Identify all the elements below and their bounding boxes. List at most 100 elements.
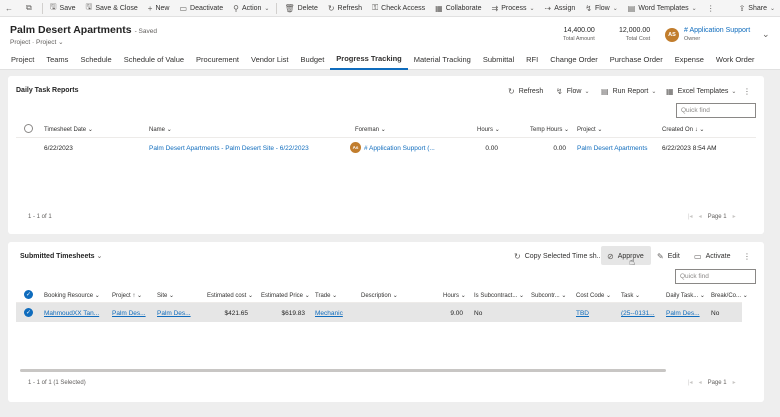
chevron-down-icon: ⌄ bbox=[332, 293, 338, 299]
form-selector[interactable]: Project bbox=[36, 39, 56, 46]
collaborate-button[interactable]: ▦ Collaborate bbox=[430, 0, 486, 17]
previous-page-icon[interactable]: ◂ bbox=[699, 379, 702, 386]
tab-project[interactable]: Project bbox=[5, 49, 40, 70]
check-access-button[interactable]: ⚿ Check Access bbox=[367, 0, 430, 17]
column-header-site[interactable]: Site ⌄ bbox=[157, 292, 174, 299]
delete-button[interactable]: 🗑 Delete bbox=[279, 0, 322, 17]
column-header-project[interactable]: Project ⌄ bbox=[577, 126, 602, 133]
process-button[interactable]: ⇉ Process ⌄ bbox=[487, 0, 540, 17]
deactivate-button[interactable]: ▭ Deactivate bbox=[174, 0, 228, 17]
more-commands-button[interactable]: ⋮ bbox=[702, 0, 723, 17]
popout-button[interactable]: ⧉ bbox=[21, 0, 40, 17]
row-checkbox[interactable]: ✓ bbox=[24, 308, 33, 317]
tab-change-order[interactable]: Change Order bbox=[544, 49, 604, 70]
refresh-button[interactable]: ↻ Refresh bbox=[323, 0, 367, 17]
action-button[interactable]: ⚲ Action ⌄ bbox=[228, 0, 274, 17]
run-report-button[interactable]: ▤ Run Report ⌄ bbox=[601, 87, 656, 96]
header-expand-icon[interactable]: ⌄ bbox=[762, 29, 770, 40]
column-header-hours[interactable]: Hours ⌄ bbox=[477, 126, 500, 133]
column-header-break[interactable]: Break/Co... ⌄ bbox=[711, 292, 748, 299]
refresh-icon: ↻ bbox=[508, 87, 515, 96]
cell-task-link[interactable]: (25--0131... bbox=[621, 310, 655, 317]
flow-button[interactable]: ↯ Flow ⌄ bbox=[580, 0, 623, 17]
tab-budget[interactable]: Budget bbox=[295, 49, 331, 70]
copy-selected-button[interactable]: ↻ Copy Selected Time sh... bbox=[514, 252, 603, 261]
flow-icon: ↯ bbox=[585, 3, 592, 13]
column-header-estimated-cost[interactable]: Estimated cost ⌄ bbox=[207, 292, 253, 299]
column-header-foreman[interactable]: Foreman ⌄ bbox=[355, 126, 386, 133]
tab-progress-tracking[interactable]: Progress Tracking bbox=[330, 49, 408, 70]
select-all-checkbox[interactable]: ✓ bbox=[24, 290, 33, 299]
tab-vendor-list[interactable]: Vendor List bbox=[245, 49, 295, 70]
copy-icon: ↻ bbox=[514, 252, 521, 261]
word-templates-button[interactable]: ▤ Word Templates ⌄ bbox=[623, 0, 702, 17]
cell-foreman-link[interactable]: # Application Support (... bbox=[364, 145, 435, 152]
chevron-down-icon: ⌄ bbox=[635, 293, 641, 299]
column-header-booking-resource[interactable]: Booking Resource ⌄ bbox=[44, 292, 100, 299]
column-header-cost-code[interactable]: Cost Code ⌄ bbox=[576, 292, 611, 299]
refresh-grid-button[interactable]: ↻ Refresh bbox=[508, 87, 543, 96]
cell-project-link[interactable]: Palm Des... bbox=[112, 310, 146, 317]
select-all-radio[interactable] bbox=[24, 124, 33, 133]
more-options-button[interactable]: ⋮ bbox=[743, 252, 755, 261]
owner-link[interactable]: # Application Support bbox=[684, 27, 750, 34]
column-header-estimated-price[interactable]: Estimated Price ⌄ bbox=[261, 292, 310, 299]
total-cost-field: 12,000.00 Total Cost bbox=[619, 27, 651, 42]
tab-schedule[interactable]: Schedule bbox=[74, 49, 117, 70]
first-page-icon[interactable]: |◂ bbox=[688, 379, 693, 386]
new-button[interactable]: + New bbox=[143, 0, 175, 17]
chevron-down-icon: ⌄ bbox=[699, 293, 705, 299]
chevron-down-icon: ⌄ bbox=[264, 5, 270, 12]
cell-site-link[interactable]: Palm Des... bbox=[157, 310, 191, 317]
tab-work-order[interactable]: Work Order bbox=[710, 49, 761, 70]
tab-rfi[interactable]: RFI bbox=[520, 49, 544, 70]
column-header-task[interactable]: Task ⌄ bbox=[621, 292, 640, 299]
share-button[interactable]: ⇪ Share ⌄ bbox=[734, 0, 780, 17]
cell-daily-task-link[interactable]: Palm Des... bbox=[666, 310, 700, 317]
cell-cost-code-link[interactable]: TBD bbox=[576, 310, 589, 317]
save-close-button[interactable]: 🖫 Save & Close bbox=[81, 0, 143, 17]
column-header-is-subcontract[interactable]: Is Subcontract... ⌄ bbox=[474, 292, 524, 299]
assign-button[interactable]: ⇢ Assign bbox=[540, 0, 581, 17]
next-page-icon[interactable]: ▸ bbox=[733, 379, 736, 386]
column-header-description[interactable]: Description ⌄ bbox=[361, 292, 398, 299]
save-button[interactable]: 🖫 Save bbox=[45, 0, 81, 17]
quick-find-input[interactable]: Quick find bbox=[675, 269, 756, 284]
column-header-trade[interactable]: Trade ⌄ bbox=[315, 292, 337, 299]
first-page-icon[interactable]: |◂ bbox=[688, 213, 693, 220]
more-options-button[interactable]: ⋮ bbox=[743, 87, 755, 96]
back-button[interactable]: ← bbox=[0, 0, 21, 17]
submitted-timesheets-title[interactable]: Submitted Timesheets ⌄ bbox=[20, 252, 102, 260]
column-header-project[interactable]: Project ↑ ⌄ bbox=[112, 292, 142, 299]
chevron-down-icon: ⌄ bbox=[169, 293, 175, 299]
tab-material-tracking[interactable]: Material Tracking bbox=[408, 49, 477, 70]
edit-button[interactable]: ✎ Edit bbox=[657, 252, 680, 261]
previous-page-icon[interactable]: ◂ bbox=[699, 213, 702, 220]
tab-schedule-of-value[interactable]: Schedule of Value bbox=[118, 49, 190, 70]
column-header-created-on[interactable]: Created On ↓ ⌄ bbox=[662, 126, 704, 133]
flow-grid-button[interactable]: ↯ Flow ⌄ bbox=[556, 87, 590, 96]
tab-teams[interactable]: Teams bbox=[40, 49, 74, 70]
cell-project-link[interactable]: Palm Desert Apartments bbox=[577, 145, 647, 152]
horizontal-scrollbar[interactable] bbox=[20, 369, 666, 372]
column-header-hours[interactable]: Hours ⌄ bbox=[443, 292, 466, 299]
column-header-name[interactable]: Name ⌄ bbox=[149, 126, 172, 133]
cell-name-link[interactable]: Palm Desert Apartments - Palm Desert Sit… bbox=[149, 145, 309, 152]
activate-button[interactable]: ▭ Activate bbox=[694, 252, 730, 261]
column-header-daily-task[interactable]: Daily Task... ⌄ bbox=[666, 292, 705, 299]
quick-find-input[interactable]: Quick find bbox=[676, 103, 756, 118]
column-header-subcontractor[interactable]: Subcontr... ⌄ bbox=[531, 292, 566, 299]
cell-booking-resource-link[interactable]: MahmoudXX Tan... bbox=[44, 310, 99, 317]
tab-expense[interactable]: Expense bbox=[669, 49, 710, 70]
excel-templates-button[interactable]: ▦ Excel Templates ⌄ bbox=[666, 87, 736, 96]
cell-trade-link[interactable]: Mechanic bbox=[315, 310, 343, 317]
excel-icon: ▦ bbox=[666, 87, 674, 96]
approve-button[interactable]: ⊘ Approve bbox=[607, 252, 644, 261]
column-header-temp-hours[interactable]: Temp Hours ⌄ bbox=[530, 126, 569, 133]
submitted-timesheets-panel bbox=[8, 242, 764, 402]
next-page-icon[interactable]: ▸ bbox=[733, 213, 736, 220]
column-header-timesheet-date[interactable]: Timesheet Date ⌄ bbox=[44, 126, 93, 133]
tab-submittal[interactable]: Submittal bbox=[477, 49, 520, 70]
tab-procurement[interactable]: Procurement bbox=[190, 49, 245, 70]
tab-purchase-order[interactable]: Purchase Order bbox=[604, 49, 669, 70]
